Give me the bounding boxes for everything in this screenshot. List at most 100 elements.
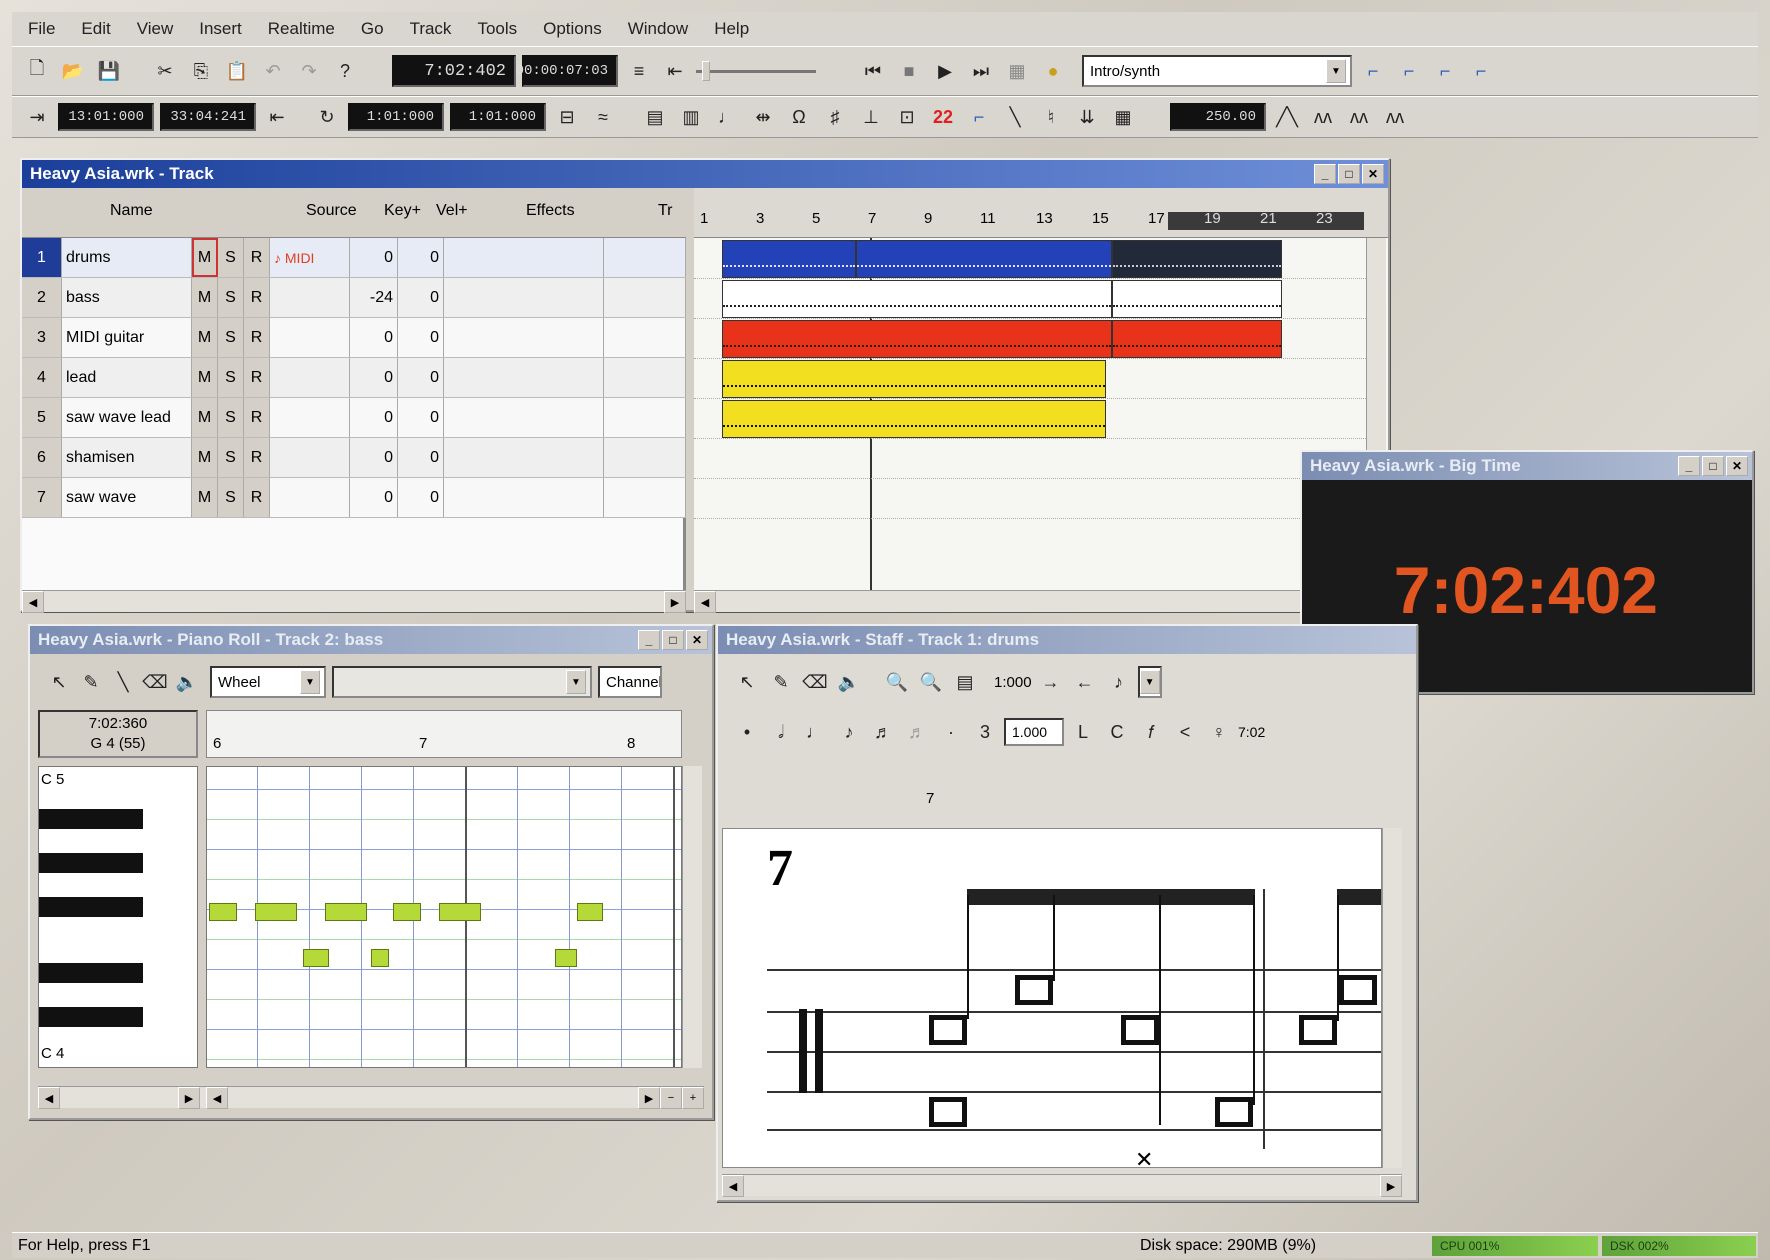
tr-cell[interactable]: [604, 398, 686, 437]
zoom-in-icon[interactable]: +: [682, 1087, 704, 1109]
solo-button[interactable]: S: [218, 238, 244, 277]
velocity-offset-cell[interactable]: 0: [398, 358, 444, 397]
velocity-offset-cell[interactable]: 0: [398, 278, 444, 317]
erase-tool-icon[interactable]: ⌫: [800, 666, 830, 698]
record-arm-button[interactable]: R: [244, 318, 270, 357]
tr-cell[interactable]: [604, 238, 686, 277]
note-head[interactable]: [1339, 975, 1377, 1005]
track-name[interactable]: lead: [62, 358, 192, 397]
help-pointer-icon[interactable]: ?: [330, 55, 360, 87]
track-number[interactable]: 1: [22, 238, 62, 277]
clip-saw-wave-lead[interactable]: [722, 400, 1106, 438]
staff-view-icon[interactable]: ♩: [712, 101, 742, 133]
velocity-offset-cell[interactable]: 0: [398, 478, 444, 517]
track-number[interactable]: 3: [22, 318, 62, 357]
lyrics-icon[interactable]: Ω: [784, 101, 814, 133]
tempo-down-icon[interactable]: ⇊: [1072, 101, 1102, 133]
mute-button[interactable]: M: [192, 278, 218, 317]
velocity-offset-cell[interactable]: 0: [398, 438, 444, 477]
tempo-ratio-2-icon[interactable]: ᴧᴧ: [1308, 101, 1338, 133]
track-row[interactable]: 4 lead M S R 0 0: [22, 358, 686, 398]
track-number[interactable]: 6: [22, 438, 62, 477]
menu-edit[interactable]: Edit: [71, 17, 120, 41]
mute-button[interactable]: M: [192, 318, 218, 357]
col-key[interactable]: Key+: [384, 202, 421, 220]
track-name[interactable]: bass: [62, 278, 192, 317]
stop-icon[interactable]: ■: [894, 55, 924, 87]
lyric-tool-icon[interactable]: L: [1068, 716, 1098, 748]
menu-realtime[interactable]: Realtime: [258, 17, 345, 41]
track-row[interactable]: 6 shamisen M S R 0 0: [22, 438, 686, 478]
tempo-view-icon[interactable]: ♯: [820, 101, 850, 133]
tempo-ratio-1-icon[interactable]: ╱╲: [1272, 101, 1302, 133]
close-icon[interactable]: ✕: [686, 630, 708, 650]
layout-icon[interactable]: ▤: [950, 666, 980, 698]
effects-cell[interactable]: [444, 318, 604, 357]
select-tool-icon[interactable]: ↖: [44, 666, 74, 698]
menu-insert[interactable]: Insert: [189, 17, 252, 41]
key-offset-cell[interactable]: 0: [350, 238, 398, 277]
effects-cell[interactable]: [444, 278, 604, 317]
track-number[interactable]: 4: [22, 358, 62, 397]
minimize-icon[interactable]: _: [1314, 164, 1336, 184]
key-offset-cell[interactable]: -24: [350, 278, 398, 317]
menu-help[interactable]: Help: [704, 17, 759, 41]
note-head[interactable]: [1121, 1015, 1159, 1045]
source-cell[interactable]: [270, 358, 350, 397]
sync-icon[interactable]: ▦: [1108, 101, 1138, 133]
record-arm-button[interactable]: R: [244, 478, 270, 517]
maximize-icon[interactable]: □: [1702, 456, 1724, 476]
piano-keyboard[interactable]: C 5 C 4: [38, 766, 198, 1068]
minimize-icon[interactable]: _: [638, 630, 660, 650]
menu-view[interactable]: View: [127, 17, 184, 41]
track-name[interactable]: saw wave lead: [62, 398, 192, 437]
chevron-down-icon[interactable]: ▼: [566, 670, 586, 694]
chevron-down-icon[interactable]: ▼: [300, 670, 320, 694]
select-tool-icon[interactable]: ↖: [732, 666, 762, 698]
clip-drums[interactable]: [856, 240, 1112, 278]
copy-icon[interactable]: ⎘: [186, 55, 216, 87]
chord-tool-icon[interactable]: C: [1102, 716, 1132, 748]
eighth-note-icon[interactable]: ♪: [834, 716, 864, 748]
zoom-value[interactable]: 1:000: [994, 674, 1032, 691]
velocity-offset-cell[interactable]: 0: [398, 318, 444, 357]
duration-combo[interactable]: ▼: [1137, 666, 1162, 698]
track-row[interactable]: 3 MIDI guitar M S R 0 0: [22, 318, 686, 358]
scrub-tool-icon[interactable]: 🔈: [834, 666, 864, 698]
note-duration-icon[interactable]: ♪: [1104, 666, 1134, 698]
whole-note-icon[interactable]: •: [732, 716, 762, 748]
clips-hscroll[interactable]: ◀ ▶ − +: [694, 590, 1388, 613]
scroll-right-icon[interactable]: ▶: [1380, 1175, 1402, 1197]
solo-button[interactable]: S: [218, 318, 244, 357]
source-cell[interactable]: [270, 438, 350, 477]
solo-button[interactable]: S: [218, 478, 244, 517]
patch-tool-2-icon[interactable]: ⌐: [1394, 55, 1424, 87]
key-offset-cell[interactable]: 0: [350, 478, 398, 517]
go-to-end-icon[interactable]: ⏭: [966, 55, 996, 87]
scroll-right-icon[interactable]: ▶: [638, 1087, 660, 1109]
note-head[interactable]: [929, 1097, 967, 1127]
tempo-ratio-3-icon[interactable]: ᴧᴧ: [1344, 101, 1374, 133]
menu-file[interactable]: File: [18, 17, 65, 41]
tempo-number-icon[interactable]: 22: [928, 101, 958, 133]
track-row[interactable]: 1 drums M S R ♪ MIDI 0 0: [22, 238, 686, 278]
draw-tool-icon[interactable]: ✎: [766, 666, 796, 698]
loop-end-display[interactable]: 1:01:000: [450, 103, 546, 131]
effects-cell[interactable]: [444, 238, 604, 277]
note-head[interactable]: [1215, 1097, 1253, 1127]
zoom-in-icon[interactable]: 🔍: [916, 666, 946, 698]
track-number[interactable]: 7: [22, 478, 62, 517]
track-window-titlebar[interactable]: Heavy Asia.wrk - Track _ □ ✕: [22, 160, 1388, 188]
quarter-note-icon[interactable]: ♩: [800, 716, 830, 748]
scroll-left-icon[interactable]: ◀: [206, 1087, 228, 1109]
track-number[interactable]: 5: [22, 398, 62, 437]
thru-marker-icon[interactable]: ⇤: [262, 101, 292, 133]
staff-hscroll[interactable]: ◀ ▶: [722, 1174, 1402, 1197]
key-offset-cell[interactable]: 0: [350, 438, 398, 477]
zoom-out-icon[interactable]: 🔍: [882, 666, 912, 698]
record-arm-button[interactable]: R: [244, 438, 270, 477]
midi-note[interactable]: [439, 903, 481, 921]
scroll-right-icon[interactable]: ▶: [178, 1087, 200, 1109]
clip-guitar[interactable]: [722, 320, 1112, 358]
source-cell[interactable]: [270, 478, 350, 517]
